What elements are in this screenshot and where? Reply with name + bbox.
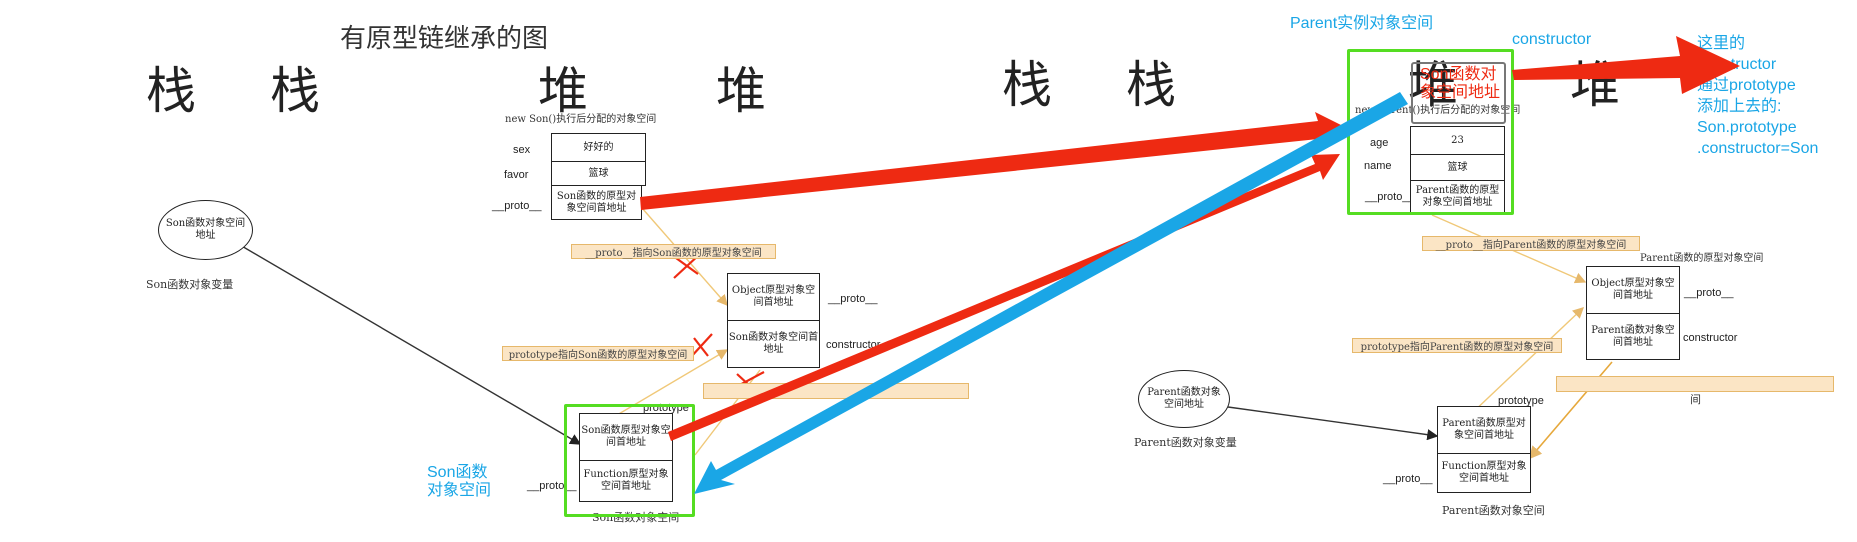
highlight-arrow-layer	[640, 36, 1740, 494]
diagram-canvas: 有原型链继承的图 栈 栈 堆 堆 栈 栈 堆 堆 new Son()执行后分配的…	[0, 0, 1857, 542]
red-arrow-sonfn-to-parent	[668, 154, 1340, 441]
red-arrow-constructor-to-note	[1512, 36, 1740, 94]
